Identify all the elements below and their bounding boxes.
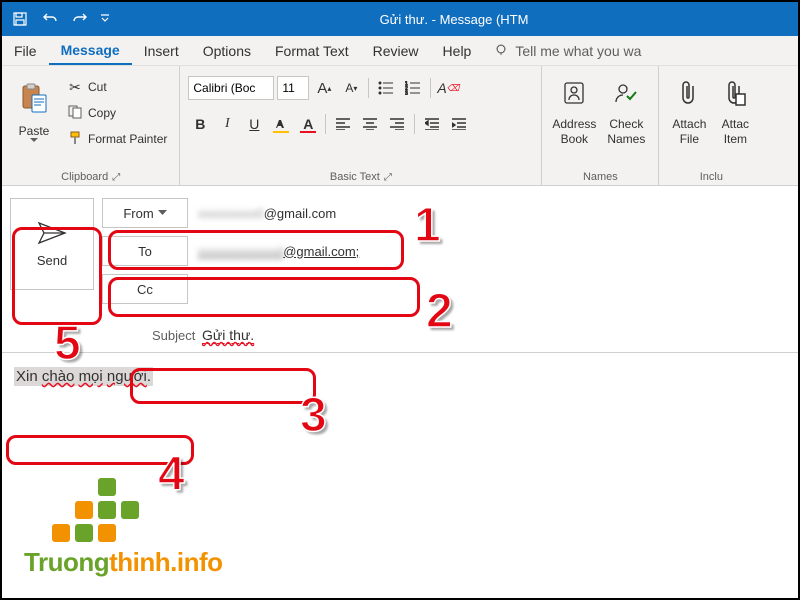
address-book-icon: [561, 80, 587, 113]
highlight-color-button[interactable]: [269, 112, 293, 136]
cut-icon: ✂: [66, 79, 84, 96]
align-right-button[interactable]: [385, 112, 409, 136]
tab-file[interactable]: File: [2, 36, 49, 65]
ribbon-tabs: File Message Insert Options Format Text …: [2, 36, 798, 66]
from-value: xxxxxxxxx0@gmail.com: [194, 200, 790, 227]
send-button[interactable]: Send: [10, 198, 94, 290]
underline-button[interactable]: U: [242, 112, 266, 136]
tab-options[interactable]: Options: [191, 36, 263, 65]
decrease-indent-button[interactable]: [420, 112, 444, 136]
titlebar: Gửi thư. - Message (HTM: [2, 2, 798, 36]
svg-text:3: 3: [405, 91, 408, 95]
address-book-button[interactable]: Address Book: [550, 70, 598, 156]
paste-button[interactable]: Paste: [10, 70, 58, 156]
ribbon-group-basic-text: Calibri (Boc 11 A▴ A▾ 123 A⌫ B I U: [180, 66, 542, 185]
subject-label: Subject: [132, 320, 192, 350]
tab-insert[interactable]: Insert: [132, 36, 191, 65]
window-title: Gửi thư. - Message (HTM: [114, 12, 794, 27]
tell-me-search[interactable]: Tell me what you wa: [493, 43, 641, 59]
ribbon-group-include: Attach File Attac Item Inclu: [659, 66, 763, 185]
attach-file-button[interactable]: Attach File: [667, 70, 711, 156]
grow-font-button[interactable]: A▴: [312, 76, 336, 100]
paste-icon: [20, 83, 48, 120]
body-text: Xin chào mọi người.: [14, 367, 153, 386]
save-icon[interactable]: [6, 5, 34, 33]
from-button[interactable]: From: [102, 198, 188, 228]
clipboard-launcher-icon[interactable]: ⤢: [112, 172, 120, 183]
cut-button[interactable]: ✂ Cut: [62, 75, 171, 99]
check-names-button[interactable]: Check Names: [602, 70, 650, 156]
bullets-button[interactable]: [374, 76, 398, 100]
ribbon-group-clipboard: Paste ✂ Cut Copy Forma: [2, 66, 180, 185]
cc-value[interactable]: [194, 283, 790, 295]
font-name-selector[interactable]: Calibri (Boc: [188, 76, 274, 100]
font-color-button[interactable]: A: [296, 112, 320, 136]
clear-formatting-button[interactable]: A⌫: [436, 76, 460, 100]
watermark: Truongthinh.info: [24, 478, 223, 578]
subject-input[interactable]: Gửi thư.: [198, 321, 798, 349]
align-center-button[interactable]: [358, 112, 382, 136]
tab-format-text[interactable]: Format Text: [263, 36, 361, 65]
undo-icon[interactable]: [36, 5, 64, 33]
message-body[interactable]: Xin chào mọi người.: [2, 353, 798, 400]
redo-icon[interactable]: [66, 5, 94, 33]
numbering-button[interactable]: 123: [401, 76, 425, 100]
compose-header: Send From xxxxxxxxx0@gmail.com To xxxxxx…: [2, 186, 798, 312]
subject-row: Subject Gửi thư.: [2, 320, 798, 353]
cc-button[interactable]: Cc: [102, 274, 188, 304]
attach-file-icon: [678, 80, 700, 113]
qat-customize-icon[interactable]: [96, 5, 114, 33]
italic-button[interactable]: I: [215, 112, 239, 136]
copy-icon: [66, 105, 84, 122]
copy-button[interactable]: Copy: [62, 101, 171, 125]
tab-help[interactable]: Help: [431, 36, 484, 65]
format-painter-button[interactable]: Format Painter: [62, 127, 171, 151]
align-left-button[interactable]: [331, 112, 355, 136]
attach-item-button[interactable]: Attac Item: [715, 70, 755, 156]
ribbon-group-names: Address Book Check Names Names: [542, 66, 659, 185]
check-names-icon: [613, 80, 639, 113]
ribbon: Paste ✂ Cut Copy Forma: [2, 66, 798, 186]
tab-message[interactable]: Message: [49, 36, 132, 65]
format-painter-icon: [66, 131, 84, 148]
bold-button[interactable]: B: [188, 112, 212, 136]
increase-indent-button[interactable]: [447, 112, 471, 136]
tell-me-label: Tell me what you wa: [515, 43, 641, 59]
shrink-font-button[interactable]: A▾: [339, 76, 363, 100]
to-button[interactable]: To: [102, 236, 188, 266]
basic-text-launcher-icon[interactable]: ⤢: [384, 172, 392, 183]
attach-item-icon: [724, 80, 746, 113]
to-value[interactable]: xxxxxxxxxxxxd@gmail.com;: [194, 238, 790, 265]
tab-review[interactable]: Review: [361, 36, 431, 65]
font-size-selector[interactable]: 11: [277, 76, 309, 100]
